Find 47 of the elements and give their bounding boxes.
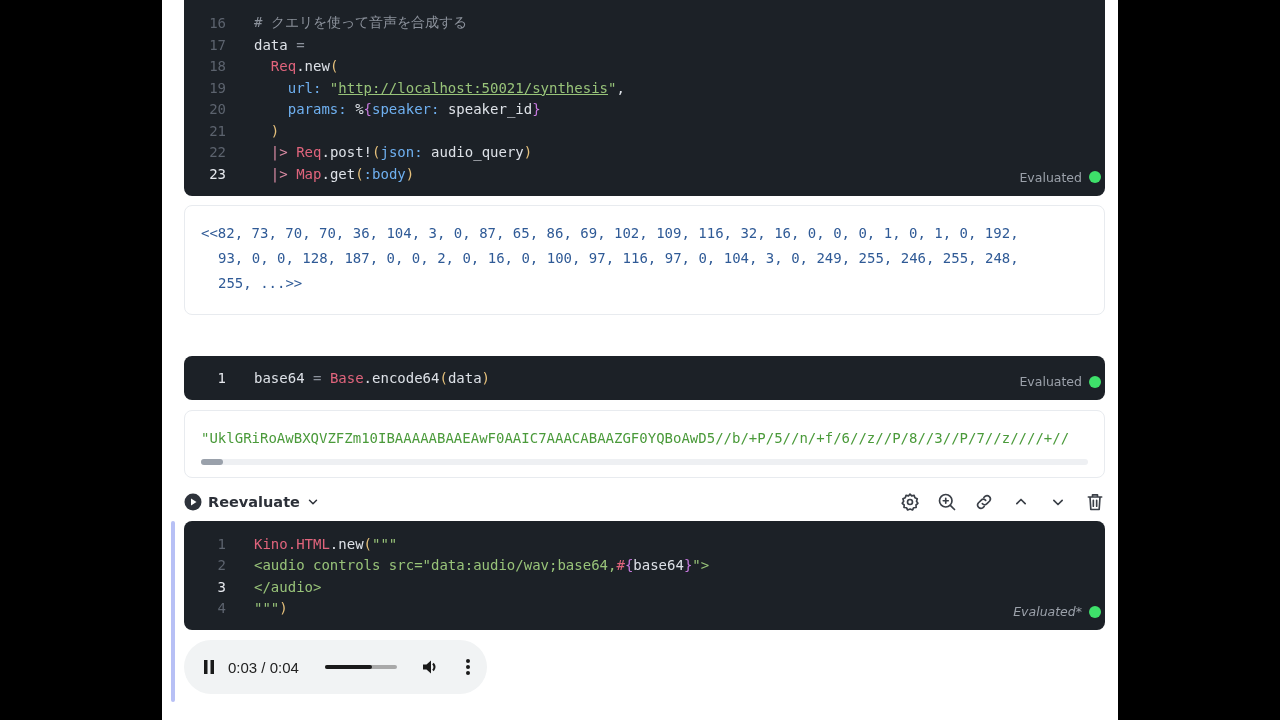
line-number: 17 (208, 36, 226, 53)
pause-icon[interactable] (202, 659, 216, 675)
settings-icon[interactable] (900, 492, 920, 512)
code-line: data = (254, 36, 305, 53)
line-number: 23 (208, 165, 226, 182)
reevaluate-button[interactable]: Reevaluate (184, 493, 320, 511)
playback-time: 0:03 / 0:04 (228, 658, 299, 676)
code-line: <audio controls src="data:audio/wav;base64,#{base64}"> (254, 557, 710, 574)
line-number: 3 (216, 578, 226, 595)
code-cell[interactable]: 16 # クエリを使って音声を合成する 17 data = 18 Req.new( 19 url: "http://localhost:50021/synthesis", 20 params: %{speaker: speaker_id} 21 ) 22 |> Req.post!(json: audio_query) 23 |> Map.get(:body) Evaluated (184, 0, 1105, 196)
play-icon (184, 493, 202, 511)
line-number: 18 (208, 58, 226, 75)
code-line: Kino.HTML.new(""" (254, 535, 398, 552)
evaluation-status: Evaluated (1019, 374, 1082, 389)
progress-bar[interactable] (324, 665, 397, 669)
link-icon[interactable] (974, 492, 994, 512)
evaluation-status: Evaluated* (1013, 604, 1082, 619)
output-line: <<82, 73, 70, 70, 36, 104, 3, 0, 87, 65, 86, 69, 102, 109, 116, 32, 16, 0, 0, 0, 1, 0, 1, 0, 192, (201, 223, 1020, 243)
line-number: 20 (208, 101, 226, 118)
delete-icon[interactable] (1085, 492, 1105, 512)
code-cell[interactable]: 1 Kino.HTML.new(""" 2 <audio controls src="data:audio/wav;base64,#{base64}"> 3 </audio> 4 """) Evaluated* (184, 521, 1105, 630)
output-line: 255, ...>> (217, 273, 304, 293)
line-number: 4 (216, 600, 226, 617)
more-icon[interactable] (464, 658, 471, 676)
line-number: 22 (208, 144, 226, 161)
code-cell[interactable]: 1 base64 = Base.encode64(data) Evaluated (184, 355, 1105, 400)
code-line: |> Map.get(:body) (269, 165, 415, 182)
code-line: ) (269, 122, 280, 139)
code-line: params: %{speaker: speaker_id} (286, 101, 541, 118)
code-line: base64 = Base.encode64(data) (254, 370, 491, 387)
line-number: 2 (216, 557, 226, 574)
line-number: 19 (208, 79, 226, 96)
code-line: </audio> (254, 578, 322, 595)
line-number: 1 (216, 535, 226, 552)
line-number: 21 (208, 122, 226, 139)
scrollbar[interactable] (201, 459, 1088, 465)
output-line: 93, 0, 0, 128, 187, 0, 0, 2, 0, 16, 0, 100, 97, 116, 97, 0, 104, 3, 0, 249, 255, 246, 255, 248, (217, 248, 1020, 268)
code-line: url: "http://localhost:50021/synthesis", (286, 79, 625, 96)
zoom-in-icon[interactable] (937, 492, 957, 512)
code-line: Req.new( (269, 58, 339, 75)
code-line: |> Req.post!(json: audio_query) (269, 144, 533, 161)
evaluation-status: Evaluated (1019, 169, 1082, 185)
string-output: "UklGRiRoAwBXQVZFZm10IBAAAAABAAEAwF0AAIC7AAACABAAZGF0YQBoAwD5//b/+P/5//n/+f/6//z//P/8//3//P/7//z////+// (201, 429, 1071, 448)
line-number: 16 (208, 15, 226, 32)
code-line: """) (254, 600, 288, 617)
code-line: # クエリを使って音声を合成する (254, 14, 467, 33)
line-number: 1 (216, 370, 226, 387)
